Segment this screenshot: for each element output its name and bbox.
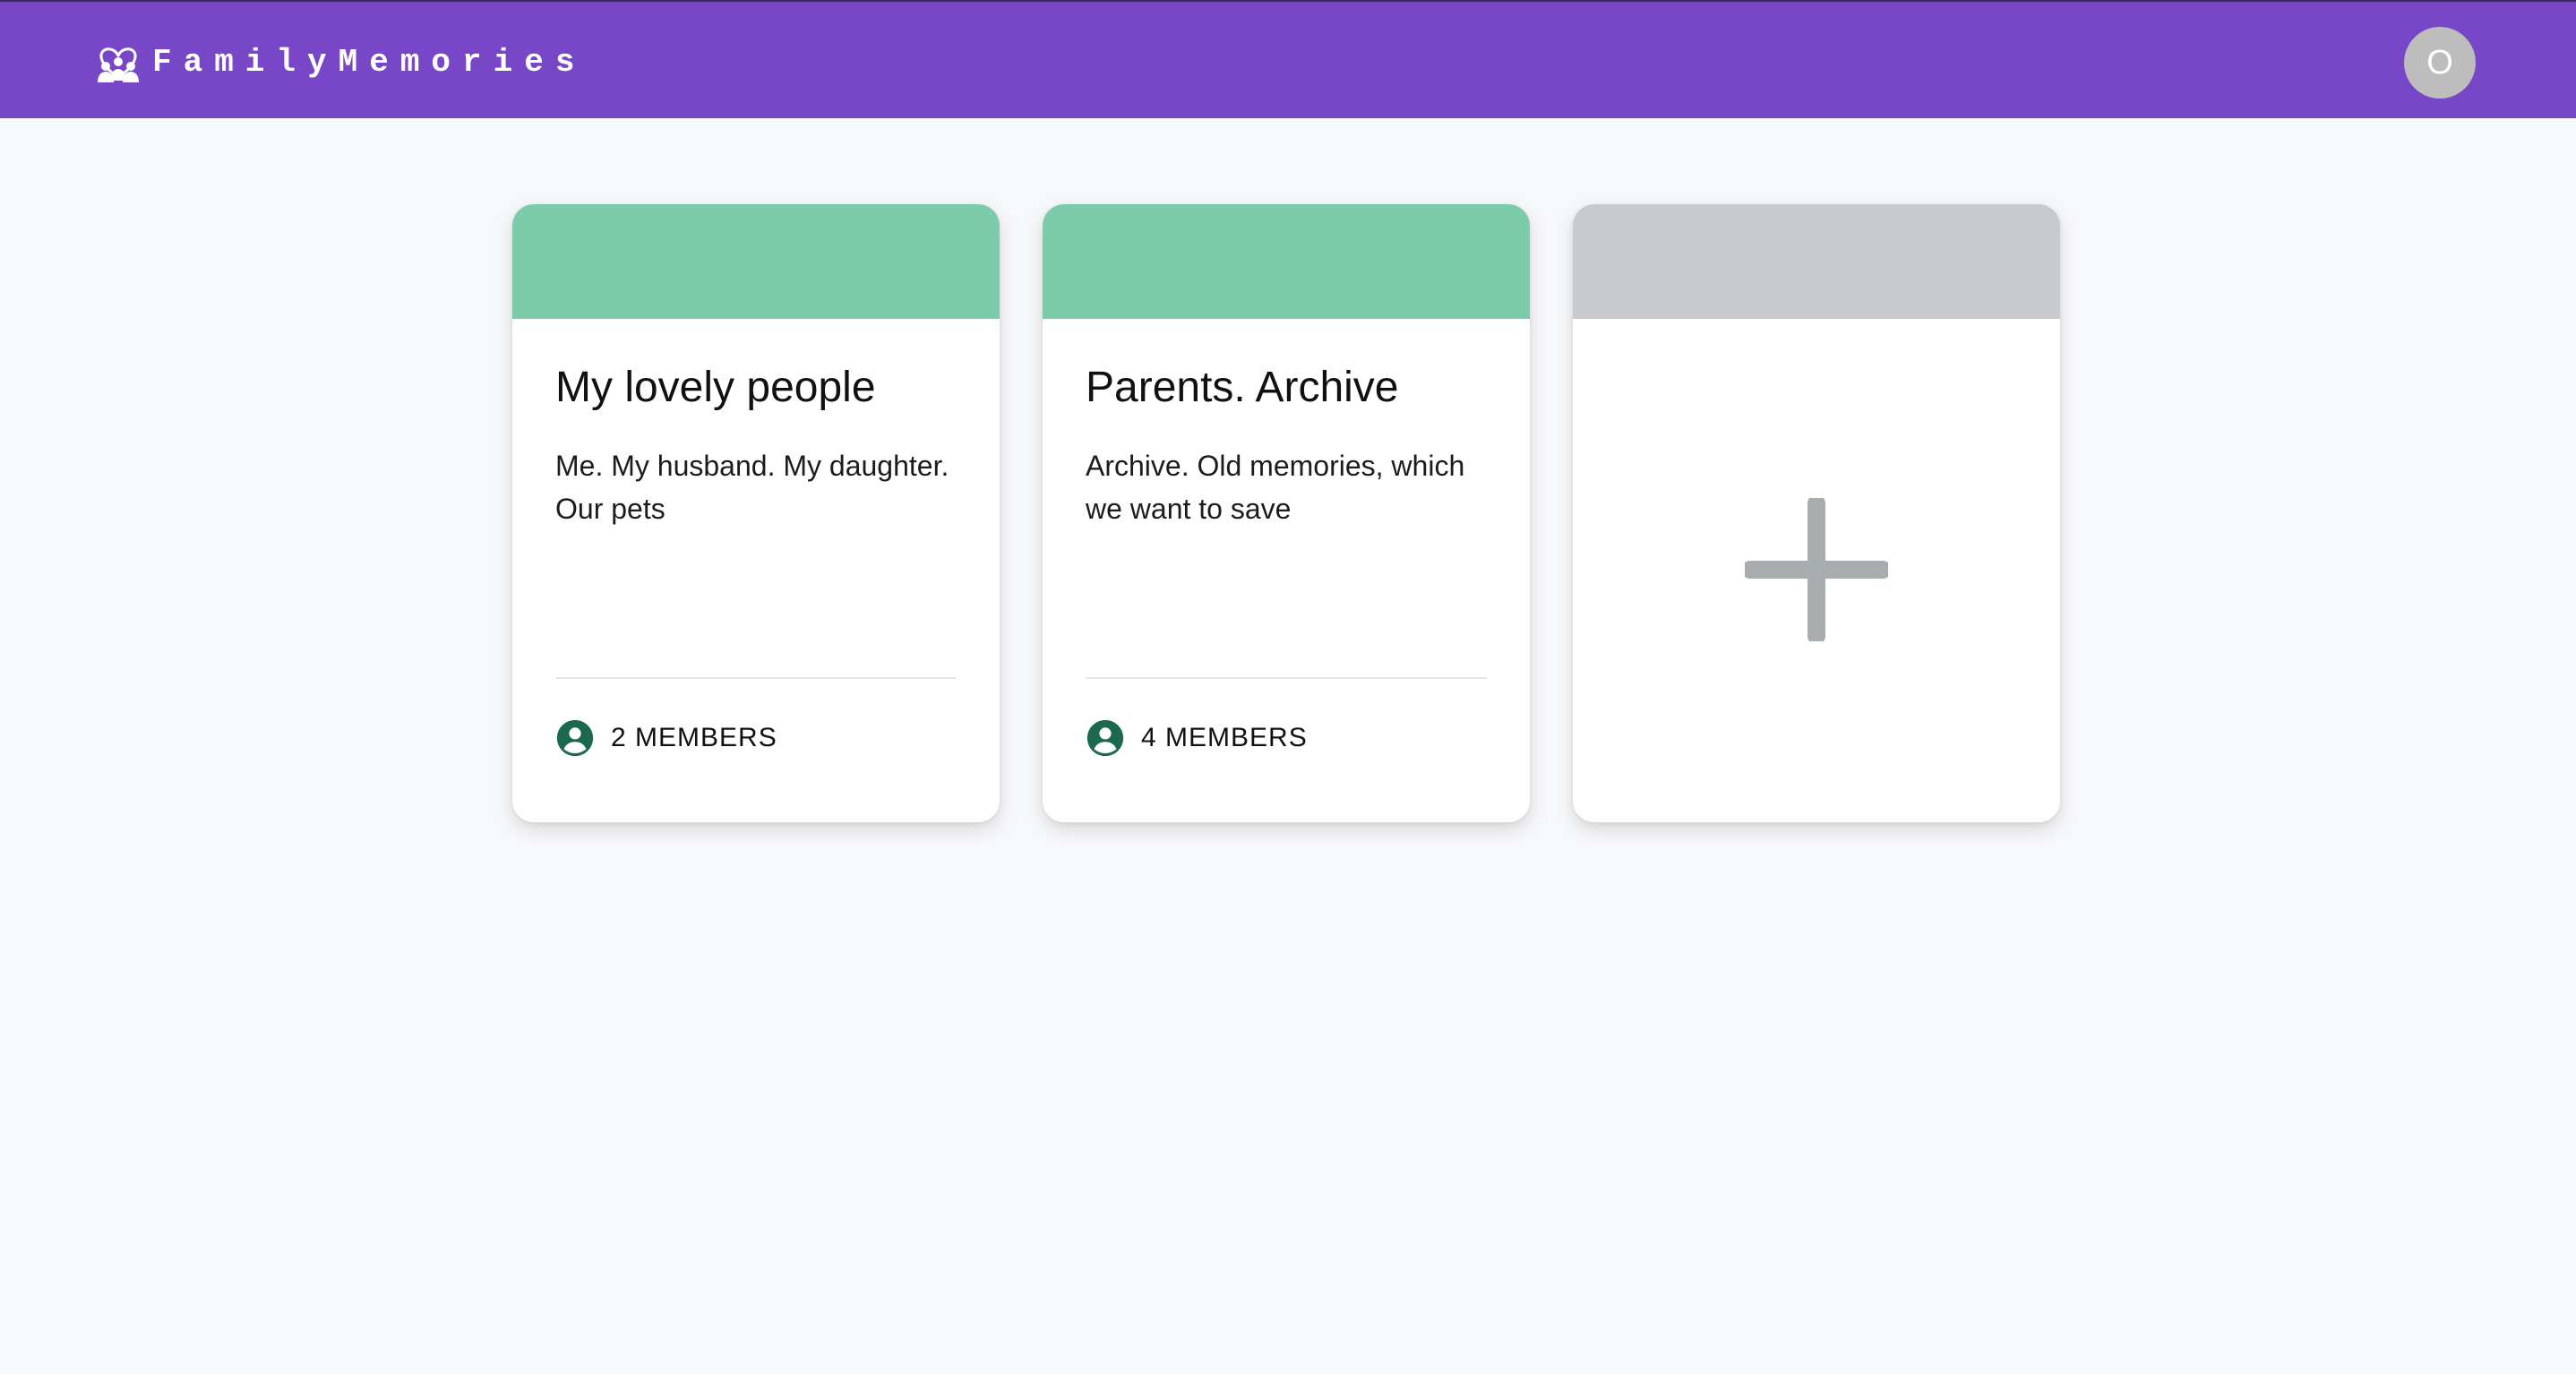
app-name: FamilyMemories <box>152 44 587 81</box>
family-group-icon <box>95 42 142 83</box>
add-group-card[interactable] <box>1573 204 2060 822</box>
group-card[interactable]: My lovely people Me. My husband. My daug… <box>512 204 1000 822</box>
member-count: 2 MEMBERS <box>611 723 777 752</box>
members-info: 4 MEMBERS <box>1086 717 1308 760</box>
members-info: 2 MEMBERS <box>555 717 777 760</box>
group-card[interactable]: Parents. Archive Archive. Old memories, … <box>1043 204 1530 822</box>
account-circle-icon <box>1086 718 1125 758</box>
top-app-bar: FamilyMemories O <box>0 0 2576 118</box>
card-banner <box>512 204 1000 319</box>
user-avatar[interactable]: O <box>2404 27 2476 99</box>
card-banner <box>1043 204 1530 319</box>
plus-icon[interactable] <box>1745 498 1888 641</box>
group-title: My lovely people <box>555 364 876 411</box>
card-banner <box>1573 204 2060 319</box>
group-title: Parents. Archive <box>1086 364 1399 411</box>
group-description: Archive. Old memories, which we want to … <box>1086 450 1465 525</box>
member-count: 4 MEMBERS <box>1141 723 1308 752</box>
brand-logo[interactable]: FamilyMemories <box>95 41 586 84</box>
account-circle-icon <box>555 718 595 758</box>
group-description: Me. My husband. My daughter. Our pets <box>555 450 949 525</box>
card-divider <box>1086 677 1487 679</box>
card-divider <box>555 677 957 679</box>
